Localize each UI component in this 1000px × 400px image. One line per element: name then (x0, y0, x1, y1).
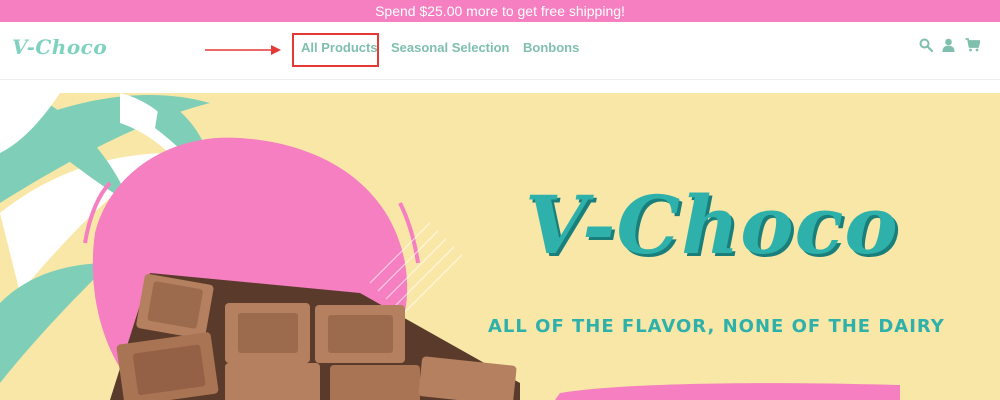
search-icon[interactable] (919, 38, 933, 52)
account-icon[interactable] (942, 38, 955, 52)
announcement-text: Spend $25.00 more to get free shipping! (375, 3, 625, 19)
nav-bonbons[interactable]: Bonbons (523, 40, 579, 55)
pink-brush-stroke (555, 383, 900, 400)
chocolate-bars-image (110, 273, 520, 400)
nav-all-products[interactable]: All Products (301, 40, 378, 55)
cart-icon[interactable] (965, 38, 980, 52)
annotation-arrow (205, 45, 281, 55)
hero-title: V-Choco (525, 178, 899, 272)
hero-banner: V-Choco ALL OF THE FLAVOR, NONE OF THE D… (0, 93, 1000, 400)
announcement-bar: Spend $25.00 more to get free shipping! (0, 0, 1000, 22)
nav-seasonal-selection[interactable]: Seasonal Selection (391, 40, 510, 55)
site-header: V-Choco All Products Seasonal Selection … (0, 22, 1000, 80)
hero-subtitle: ALL OF THE FLAVOR, NONE OF THE DAIRY (488, 316, 945, 337)
site-logo[interactable]: V-Choco (12, 35, 107, 59)
